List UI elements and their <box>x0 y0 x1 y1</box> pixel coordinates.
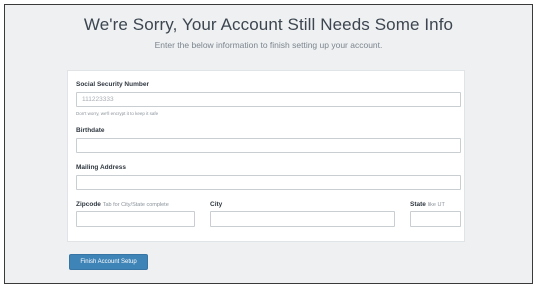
ssn-placeholder: 111223333 <box>82 96 114 103</box>
ssn-label: Social Security Number <box>76 81 149 88</box>
state-label-text: State <box>410 201 426 208</box>
zipcode-input[interactable] <box>76 211 195 227</box>
mailing-address-input[interactable] <box>76 175 461 190</box>
state-input[interactable] <box>410 211 461 227</box>
ssn-input[interactable]: 111223333 <box>76 92 461 107</box>
zipcode-hint: Tab for City/State complete <box>102 202 169 208</box>
state-label: State like UT <box>410 201 445 208</box>
page-subtitle: Enter the below information to finish se… <box>154 40 383 50</box>
page-header: We're Sorry, Your Account Still Needs So… <box>5 15 532 50</box>
zipcode-label-text: Zipcode <box>76 201 101 208</box>
birthdate-label: Birthdate <box>76 127 105 134</box>
account-info-form: Social Security Number 111223333 Don't w… <box>67 70 465 242</box>
finish-account-setup-button[interactable]: Finish Account Setup <box>69 254 148 270</box>
ssn-help-text: Don't worry, we'll encrypt it to keep it… <box>76 111 159 116</box>
city-label: City <box>210 201 223 208</box>
mailing-address-label: Mailing Address <box>76 164 126 171</box>
birthdate-input[interactable] <box>76 138 461 153</box>
page-title: We're Sorry, Your Account Still Needs So… <box>83 15 454 34</box>
city-input[interactable] <box>210 211 395 227</box>
zipcode-label: Zipcode Tab for City/State complete <box>76 201 169 208</box>
state-hint: like UT <box>427 202 445 208</box>
